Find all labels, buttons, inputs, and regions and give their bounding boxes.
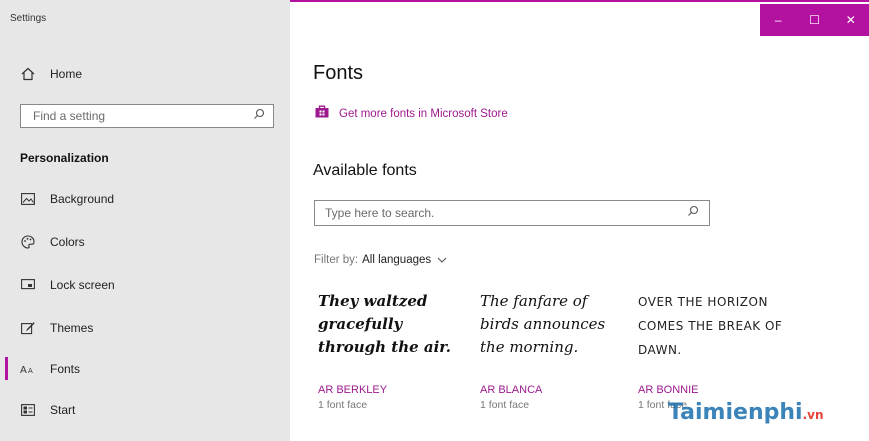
sidebar-item-label: Fonts <box>50 362 81 376</box>
font-name: AR BLANCA <box>480 384 543 396</box>
chevron-down-icon <box>437 254 447 266</box>
palette-icon <box>20 234 36 250</box>
page-title: Fonts <box>313 62 364 84</box>
font-search-placeholder: Type here to search. <box>325 206 435 220</box>
home-icon <box>20 66 36 82</box>
lock-screen-icon <box>20 277 36 293</box>
font-sample: OVER THE HORIZON COMES THE BREAK OF DAWN… <box>638 295 783 357</box>
sidebar-item-label: Start <box>50 403 76 417</box>
store-bag-icon <box>315 105 329 123</box>
font-icon: AA <box>20 361 36 377</box>
filter-value: All languages <box>362 254 432 266</box>
start-icon <box>20 402 36 418</box>
window-controls: – ☐ ✕ <box>760 4 869 36</box>
store-link[interactable]: Get more fonts in Microsoft Store <box>315 105 508 123</box>
sidebar-item-label: Background <box>50 192 115 206</box>
section-title: Personalization <box>20 151 109 165</box>
svg-text:A: A <box>28 367 33 375</box>
available-fonts-heading: Available fonts <box>313 162 417 179</box>
font-face-count: 1 font face <box>480 399 530 411</box>
search-icon[interactable] <box>687 204 699 222</box>
font-card-ar-berkley[interactable]: They waltzed gracefully through the air.… <box>318 290 468 411</box>
filter-label: Filter by: <box>314 254 359 266</box>
watermark-text: Taimienphi <box>668 400 803 425</box>
sidebar-item-lock-screen[interactable]: Lock screen <box>0 267 290 303</box>
minimize-button[interactable]: – <box>760 4 796 36</box>
search-icon[interactable] <box>253 107 265 125</box>
sidebar-item-label: Colors <box>50 235 85 249</box>
close-button[interactable]: ✕ <box>833 4 869 36</box>
font-name: AR BERKLEY <box>318 384 388 396</box>
font-search-input[interactable]: Type here to search. <box>314 200 710 226</box>
font-sample: They waltzed gracefully through the air. <box>318 292 452 356</box>
sidebar-item-label: Themes <box>50 321 94 335</box>
language-filter[interactable]: Filter by: All languages <box>314 254 447 266</box>
font-face-count: 1 font face <box>318 399 368 411</box>
accent-top-line <box>290 0 869 2</box>
sidebar-item-colors[interactable]: Colors <box>0 224 290 260</box>
sidebar-item-label: Home <box>50 67 83 81</box>
watermark-suffix: .vn <box>802 408 824 422</box>
window-title: Settings <box>10 13 47 24</box>
store-link-label: Get more fonts in Microsoft Store <box>339 108 508 120</box>
find-setting-input[interactable]: Find a setting <box>20 104 274 128</box>
image-icon <box>20 191 36 207</box>
font-sample: The fanfare of birds announces the morni… <box>480 292 606 356</box>
watermark-logo: Taimienphi.vn <box>668 400 824 425</box>
search-placeholder: Find a setting <box>33 109 106 123</box>
sidebar-item-background[interactable]: Background <box>0 181 290 217</box>
font-card-ar-blanca[interactable]: The fanfare of birds announces the morni… <box>480 290 630 411</box>
font-card-ar-bonnie[interactable]: OVER THE HORIZON COMES THE BREAK OF DAWN… <box>638 290 788 411</box>
sidebar-item-fonts[interactable]: AA Fonts <box>0 351 290 387</box>
svg-text:A: A <box>20 365 27 375</box>
brush-icon <box>20 320 36 336</box>
font-name: AR BONNIE <box>638 384 699 396</box>
sidebar-item-themes[interactable]: Themes <box>0 310 290 346</box>
maximize-button[interactable]: ☐ <box>796 4 832 36</box>
settings-sidebar: Settings Home Find a setting Personaliza… <box>0 0 290 441</box>
sidebar-item-start[interactable]: Start <box>0 392 290 428</box>
sidebar-item-home[interactable]: Home <box>0 56 290 92</box>
sidebar-item-label: Lock screen <box>50 278 115 292</box>
